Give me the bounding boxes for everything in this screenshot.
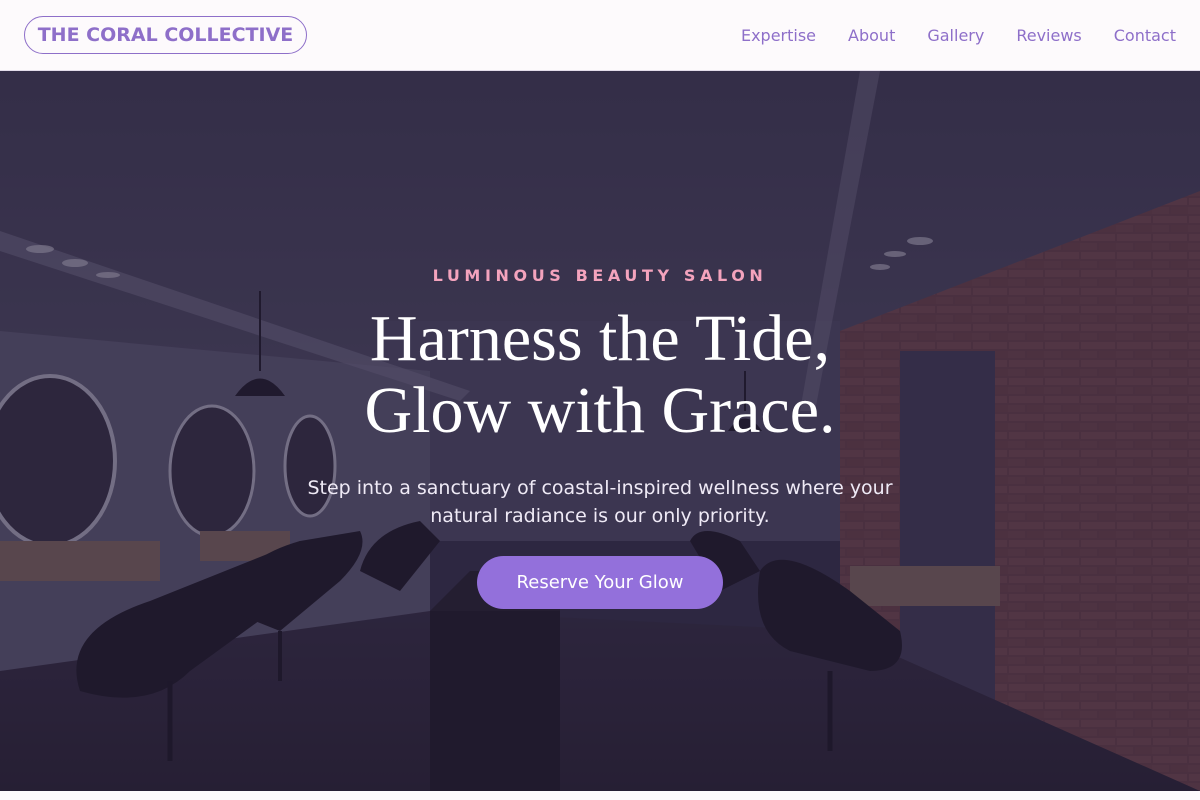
hero-headline: Harness the Tide, Glow with Grace. — [0, 303, 1200, 447]
hero-headline-line1: Harness the Tide, — [369, 302, 831, 375]
hero-subtext: Step into a sanctuary of coastal-inspire… — [307, 477, 893, 527]
nav-link-reviews[interactable]: Reviews — [1016, 26, 1081, 45]
hero-section: LUMINOUS BEAUTY SALON Harness the Tide, … — [0, 71, 1200, 791]
nav-link-gallery[interactable]: Gallery — [927, 26, 984, 45]
nav-link-contact[interactable]: Contact — [1114, 26, 1176, 45]
nav-link-expertise[interactable]: Expertise — [741, 26, 816, 45]
logo[interactable]: THE CORAL COLLECTIVE — [24, 16, 307, 54]
next-section-edge — [0, 791, 1200, 800]
hero-headline-line2: Glow with Grace. — [364, 374, 836, 447]
nav-link-about[interactable]: About — [848, 26, 895, 45]
hero-eyebrow: LUMINOUS BEAUTY SALON — [432, 266, 768, 285]
main-nav: Expertise About Gallery Reviews Contact — [709, 0, 1176, 70]
reserve-button[interactable]: Reserve Your Glow — [477, 556, 723, 609]
site-header: THE CORAL COLLECTIVE Expertise About Gal… — [0, 0, 1200, 71]
hero-content: LUMINOUS BEAUTY SALON Harness the Tide, … — [0, 71, 1200, 791]
